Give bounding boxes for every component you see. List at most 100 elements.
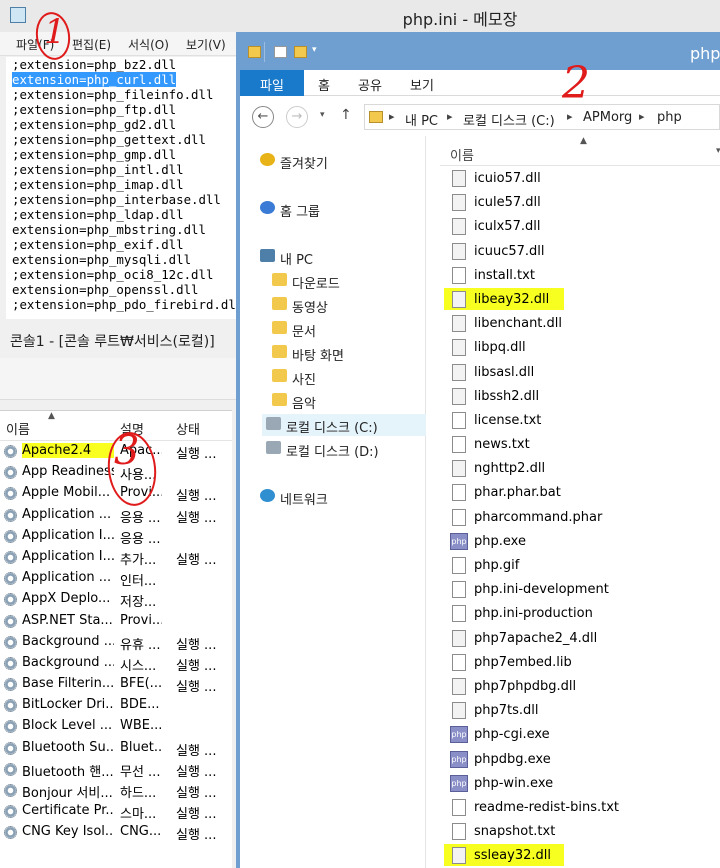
file-row[interactable]: icule57.dll xyxy=(440,190,720,214)
service-row[interactable]: Application I... 응용 ... xyxy=(0,526,232,547)
file-row[interactable]: php.ini-development xyxy=(440,577,720,601)
notepad-text-area[interactable]: ;extension=php_bz2.dll extension=php_curl… xyxy=(6,57,246,319)
file-row[interactable]: ssleay32.dll xyxy=(440,843,720,867)
recent-locations-chevron-icon[interactable]: ▾ xyxy=(320,110,325,120)
notepad-line[interactable]: ;extension=php_imap.dll xyxy=(6,177,246,192)
nav-item[interactable]: 내 PC xyxy=(256,246,426,268)
forward-arrow-icon[interactable]: → xyxy=(286,106,308,128)
service-row[interactable]: Application I... 추가... 실행 ... xyxy=(0,547,232,568)
file-row[interactable]: php php.exe xyxy=(440,529,720,553)
nav-item[interactable]: 홈 그룹 xyxy=(256,198,426,220)
nav-item[interactable]: 네트워크 xyxy=(256,486,426,508)
file-row[interactable]: libenchant.dll xyxy=(440,311,720,335)
service-row[interactable]: Application ... 인터... xyxy=(0,568,232,589)
file-row[interactable]: icuio57.dll xyxy=(440,166,720,190)
menu-edit[interactable]: 편집(E) xyxy=(72,36,111,53)
file-row[interactable]: libpq.dll xyxy=(440,335,720,359)
file-row[interactable]: php.ini-production xyxy=(440,601,720,625)
breadcrumb-local-disk-c[interactable]: 로컬 디스크 (C:) xyxy=(463,110,555,129)
file-row[interactable]: snapshot.txt xyxy=(440,819,720,843)
column-chevron-down-icon[interactable]: ▾ xyxy=(716,146,720,156)
notepad-line[interactable]: ;extension=php_ldap.dll xyxy=(6,207,246,222)
service-row[interactable]: Block Level ... WBE... xyxy=(0,716,232,737)
file-row[interactable]: pharcommand.phar xyxy=(440,505,720,529)
column-name-header[interactable]: 이름 xyxy=(450,145,474,164)
file-row[interactable]: license.txt xyxy=(440,408,720,432)
notepad-line[interactable]: extension=php_curl.dll xyxy=(6,72,246,87)
up-arrow-icon[interactable]: ↑ xyxy=(340,107,352,123)
notepad-line[interactable]: ;extension=php_gettext.dll xyxy=(6,132,246,147)
file-row[interactable]: readme-redist-bins.txt xyxy=(440,795,720,819)
service-row[interactable]: Bluetooth 핸... 무선 ... 실행 ... xyxy=(0,759,232,780)
nav-item[interactable]: 다운로드 xyxy=(268,270,426,292)
file-row[interactable]: nghttp2.dll xyxy=(440,456,720,480)
nav-item[interactable]: 즐겨찾기 xyxy=(256,150,426,172)
properties-icon[interactable] xyxy=(274,46,287,58)
notepad-line[interactable]: ;extension=php_gmp.dll xyxy=(6,147,246,162)
nav-item[interactable]: 문서 xyxy=(268,318,426,340)
notepad-line[interactable]: ;extension=php_oci8_12c.dll xyxy=(6,267,246,282)
tab-view[interactable]: 보기 xyxy=(410,75,434,94)
notepad-line[interactable]: ;extension=php_intl.dll xyxy=(6,162,246,177)
column-name-header[interactable]: 이름 xyxy=(6,419,30,438)
new-folder-icon[interactable] xyxy=(294,46,307,58)
file-row[interactable]: php phpdbg.exe xyxy=(440,747,720,771)
notepad-titlebar[interactable]: php.ini - 메모장 xyxy=(0,0,720,32)
service-row[interactable]: Bluetooth Su... Bluet... 실행 ... xyxy=(0,738,232,759)
customize-qat-chevron-icon[interactable]: ▾ xyxy=(312,45,317,55)
notepad-line[interactable]: ;extension=php_gd2.dll xyxy=(6,117,246,132)
breadcrumb-this-pc[interactable]: 내 PC xyxy=(405,110,438,129)
breadcrumb-php[interactable]: php xyxy=(657,110,682,125)
nav-item[interactable]: 사진 xyxy=(268,366,426,388)
nav-item[interactable]: 바탕 화면 xyxy=(268,342,426,364)
service-row[interactable]: BitLocker Dri... BDE... xyxy=(0,695,232,716)
breadcrumb-apmorg[interactable]: APMorg xyxy=(583,110,632,125)
service-row[interactable]: Base Filterin... BFE(... 실행 ... xyxy=(0,674,232,695)
file-row[interactable]: news.txt xyxy=(440,432,720,456)
nav-item[interactable]: 음악 xyxy=(268,390,426,412)
file-row[interactable]: php php-win.exe xyxy=(440,771,720,795)
file-row[interactable]: phar.phar.bat xyxy=(440,480,720,504)
column-state-header[interactable]: 상태 xyxy=(176,419,200,438)
service-row[interactable]: Application ... 응용 ... 실행 ... xyxy=(0,505,232,526)
explorer-titlebar[interactable]: ▾ php xyxy=(240,32,720,70)
file-row[interactable]: php7embed.lib xyxy=(440,650,720,674)
file-row[interactable]: php7apache2_4.dll xyxy=(440,626,720,650)
tab-home[interactable]: 홈 xyxy=(318,75,330,94)
notepad-line[interactable]: extension=php_mysqli.dll xyxy=(6,252,246,267)
service-row[interactable]: CNG Key Isol... CNG... 실행 ... xyxy=(0,822,232,843)
file-row[interactable]: icuuc57.dll xyxy=(440,239,720,263)
notepad-line[interactable]: ;extension=php_ftp.dll xyxy=(6,102,246,117)
notepad-line[interactable]: ;extension=php_pdo_firebird.dll xyxy=(6,297,246,312)
nav-item[interactable]: 로컬 디스크 (D:) xyxy=(262,438,426,460)
file-row[interactable]: libsasl.dll xyxy=(440,360,720,384)
file-row[interactable]: iculx57.dll xyxy=(440,214,720,238)
tab-file[interactable]: 파일 xyxy=(240,70,304,96)
file-row[interactable]: install.txt xyxy=(440,263,720,287)
notepad-line[interactable]: ;extension=php_exif.dll xyxy=(6,237,246,252)
back-arrow-icon[interactable]: ← xyxy=(252,106,274,128)
menu-view[interactable]: 보기(V) xyxy=(186,36,226,53)
tab-share[interactable]: 공유 xyxy=(358,75,382,94)
notepad-line[interactable]: ;extension=php_bz2.dll xyxy=(6,57,246,72)
file-row[interactable]: php7phpdbg.dll xyxy=(440,674,720,698)
service-row[interactable]: Background ... 시스... 실행 ... xyxy=(0,653,232,674)
service-row[interactable]: Bonjour 서비... 하드... 실행 ... xyxy=(0,780,232,801)
nav-item[interactable]: 로컬 디스크 (C:) xyxy=(262,414,426,436)
file-row[interactable]: libssh2.dll xyxy=(440,384,720,408)
menu-format[interactable]: 서식(O) xyxy=(128,36,169,53)
nav-item[interactable]: 동영상 xyxy=(268,294,426,316)
notepad-line[interactable]: ;extension=php_interbase.dll xyxy=(6,192,246,207)
file-row[interactable]: libeay32.dll xyxy=(440,287,720,311)
notepad-line[interactable]: extension=php_openssl.dll xyxy=(6,282,246,297)
file-row[interactable]: php php-cgi.exe xyxy=(440,722,720,746)
service-row[interactable]: AppX Deplo... 저장... xyxy=(0,589,232,610)
notepad-line[interactable]: ;extension=php_fileinfo.dll xyxy=(6,87,246,102)
notepad-line[interactable]: extension=php_mbstring.dll xyxy=(6,222,246,237)
file-row[interactable]: php.gif xyxy=(440,553,720,577)
file-row[interactable]: php7ts.dll xyxy=(440,698,720,722)
service-row[interactable]: Background ... 유휴 ... 실행 ... xyxy=(0,632,232,653)
address-bar[interactable]: ▸ 내 PC ▸ 로컬 디스크 (C:) ▸ APMorg ▸ php xyxy=(364,104,720,130)
service-row[interactable]: Certificate Pr... 스마... 실행 ... xyxy=(0,801,232,822)
service-row[interactable]: ASP.NET Sta... Provi... xyxy=(0,611,232,632)
